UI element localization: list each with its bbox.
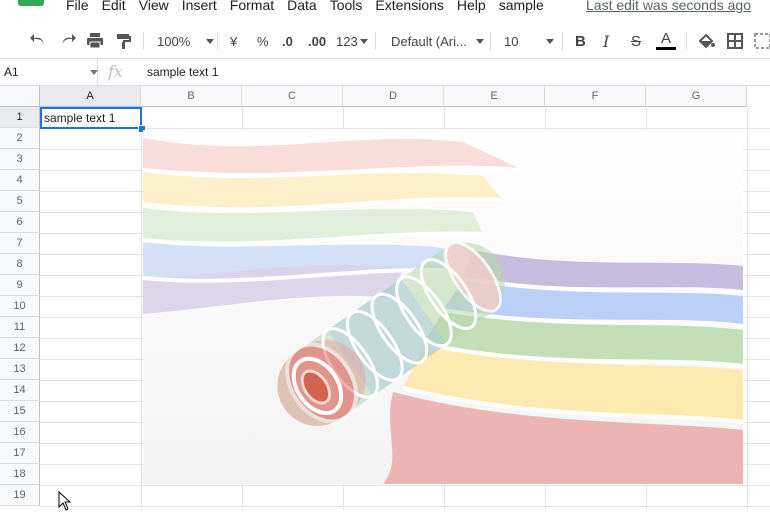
row-header-3[interactable]: 3: [0, 149, 40, 170]
paint-format-icon[interactable]: [114, 31, 134, 51]
italic-button[interactable]: I: [603, 31, 609, 51]
undo-icon[interactable]: [29, 31, 49, 51]
row-header-14[interactable]: 14: [0, 380, 40, 401]
row-header-18[interactable]: 18: [0, 464, 40, 485]
row-header-6[interactable]: 6: [0, 212, 40, 233]
grid-line-vertical: [747, 107, 748, 510]
zoom-value: 100%: [157, 33, 191, 49]
currency-button[interactable]: ¥: [230, 31, 237, 51]
menu-view[interactable]: View: [139, 0, 169, 15]
percent-button[interactable]: %: [257, 31, 269, 51]
row-header-10[interactable]: 10: [0, 296, 40, 317]
last-edit-link[interactable]: Last edit was seconds ago: [586, 0, 751, 13]
rainbow-ribbon-roll-image[interactable]: [142, 130, 744, 484]
column-header-d[interactable]: D: [343, 86, 444, 107]
row-header-19[interactable]: 19: [0, 485, 40, 506]
row-header-5[interactable]: 5: [0, 191, 40, 212]
zoom-select[interactable]: 100%: [157, 31, 215, 51]
row-header-8[interactable]: 8: [0, 254, 40, 275]
chevron-down-icon: [359, 38, 368, 44]
name-box-value: A1: [4, 65, 19, 79]
row-header-16[interactable]: 16: [0, 422, 40, 443]
spreadsheet-grid[interactable]: ABCDEFG 1 2 3 4 5 6 7 8 9 10 11 12 13 14 15 16 17 18 19 sa…: [0, 86, 770, 511]
menu-format[interactable]: Format: [230, 0, 274, 15]
toolbar: 100% ¥ % .0 .00 123 Default (Ari... 10 B…: [0, 24, 770, 59]
font-value: Default (Ari...: [391, 33, 467, 49]
menu-tools[interactable]: Tools: [330, 0, 363, 15]
column-header-b[interactable]: B: [141, 86, 242, 107]
row-header-2[interactable]: 2: [0, 128, 40, 149]
menu-data[interactable]: Data: [287, 0, 317, 15]
fill-color-icon[interactable]: [696, 31, 716, 51]
row-header-11[interactable]: 11: [0, 317, 40, 338]
menu-bar: File Edit View Insert Format Data Tools …: [0, 0, 770, 18]
name-box[interactable]: A1: [0, 59, 98, 85]
column-header-c[interactable]: C: [242, 86, 343, 107]
borders-icon[interactable]: [725, 31, 745, 51]
decrease-decimal-button[interactable]: .0: [282, 31, 293, 51]
text-color-bar: [656, 47, 676, 50]
merge-cells-icon[interactable]: [753, 31, 770, 51]
column-header-f[interactable]: F: [545, 86, 646, 107]
select-all-corner[interactable]: [0, 86, 40, 107]
number-format-select[interactable]: 123: [336, 31, 368, 51]
chevron-down-icon: [90, 70, 98, 75]
row-header-13[interactable]: 13: [0, 359, 40, 380]
row-header-7[interactable]: 7: [0, 233, 40, 254]
row-header-15[interactable]: 15: [0, 401, 40, 422]
menu-insert[interactable]: Insert: [182, 0, 217, 15]
menu-help[interactable]: Help: [457, 0, 486, 15]
chevron-down-icon: [206, 38, 215, 44]
column-header-a[interactable]: A: [40, 86, 141, 107]
sheets-logo-icon[interactable]: [18, 0, 44, 6]
menu-file[interactable]: File: [66, 0, 89, 15]
font-size-select[interactable]: 10: [504, 31, 555, 51]
menu-sample[interactable]: sample: [499, 0, 544, 15]
formula-bar: A1 fx sample text 1: [0, 59, 770, 86]
grid-line-vertical: [141, 107, 142, 510]
strikethrough-button[interactable]: S: [631, 31, 641, 51]
row-header-4[interactable]: 4: [0, 170, 40, 191]
number-format-value: 123: [336, 33, 358, 49]
print-icon[interactable]: [85, 31, 105, 51]
row-header-12[interactable]: 12: [0, 338, 40, 359]
menu-edit[interactable]: Edit: [102, 0, 126, 15]
row-header-17[interactable]: 17: [0, 443, 40, 464]
column-header-e[interactable]: E: [444, 86, 545, 107]
bold-button[interactable]: B: [575, 31, 586, 51]
mouse-pointer-icon: [58, 490, 72, 516]
text-color-glyph: A: [660, 30, 671, 47]
font-size-value: 10: [504, 33, 519, 49]
formula-input[interactable]: sample text 1: [147, 65, 218, 79]
column-header-g[interactable]: G: [646, 86, 747, 107]
increase-decimal-button[interactable]: .00: [308, 31, 326, 51]
chevron-down-icon: [546, 38, 555, 44]
chevron-down-icon: [475, 38, 484, 44]
text-color-button[interactable]: A: [656, 31, 676, 51]
selection-border: [40, 107, 142, 129]
font-select[interactable]: Default (Ari...: [391, 31, 484, 51]
grid-line-horizontal: [40, 506, 770, 507]
grid-line-horizontal: [40, 128, 770, 129]
menu-items: File Edit View Insert Format Data Tools …: [66, 0, 557, 15]
menu-extensions[interactable]: Extensions: [375, 0, 443, 15]
fx-icon: fx: [108, 62, 123, 81]
row-header-1[interactable]: 1: [0, 107, 40, 128]
redo-icon[interactable]: [57, 31, 77, 51]
grid-line-horizontal: [40, 485, 770, 486]
row-header-9[interactable]: 9: [0, 275, 40, 296]
